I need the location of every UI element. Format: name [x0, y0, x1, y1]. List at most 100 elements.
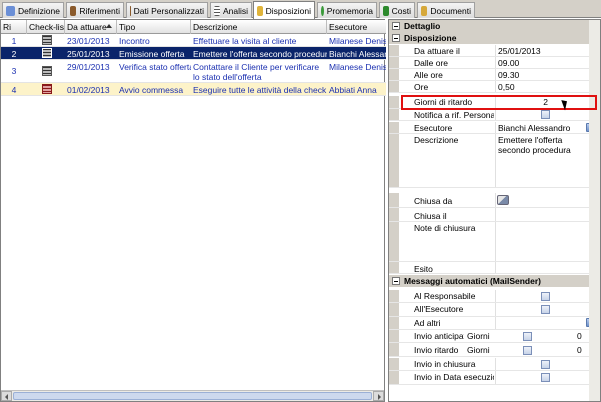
tab-costi[interactable]: Costi — [379, 2, 415, 18]
field-invio-data-esecuzione[interactable]: Invio in Data esecuzion — [389, 371, 600, 385]
reminder-icon — [321, 5, 324, 16]
tab-riferimenti[interactable]: Riferimenti — [66, 2, 124, 18]
tab-disposizioni[interactable]: Disposizioni — [253, 1, 315, 19]
tab-analisi[interactable]: Analisi — [210, 2, 252, 18]
checklist-cell[interactable] — [27, 47, 65, 58]
table-row[interactable]: 4 01/02/2013 Avvio commessa Eseguire tut… — [1, 83, 386, 96]
giorni-ritardo-value[interactable]: 2 — [498, 97, 588, 107]
field-invio-ritardo[interactable]: Invio ritardo Giorni 0 — [389, 343, 600, 357]
field-invio-anticipato[interactable]: Invio anticipat Giorni 0 — [389, 330, 600, 343]
esecutore-cell: Milanese Denis — [329, 36, 386, 46]
section-dettaglio[interactable]: Dettaglio — [389, 20, 600, 32]
row-gutter — [389, 134, 399, 187]
field-notifica[interactable]: Notifica a rif. Personale — [389, 109, 600, 121]
field-label: Esecutore — [414, 123, 453, 133]
tab-documenti[interactable]: Documenti — [417, 2, 475, 18]
section-disposizione[interactable]: Disposizione — [389, 32, 600, 44]
invio-anticipato-days[interactable]: 0 — [577, 331, 582, 341]
field-da-attuare[interactable]: Da attuare il 25/01/2013 — [389, 45, 600, 57]
invio-ritardo-days[interactable]: 0 — [577, 345, 582, 355]
field-all-esecutore[interactable]: All'Esecutore — [389, 303, 600, 317]
tab-promemoria[interactable]: Promemoria — [317, 2, 377, 18]
row-gutter — [389, 262, 399, 273]
dalle-ore-value[interactable]: 09.00 — [498, 58, 588, 68]
field-chiusa-da[interactable]: Chiusa da — [389, 193, 600, 208]
field-esecutore[interactable]: Esecutore Bianchi Alessandro — [389, 122, 600, 134]
invio-anticipato-checkbox[interactable] — [523, 332, 532, 341]
col-header-da-attuare[interactable]: Da attuare — [65, 20, 117, 34]
field-dalle-ore[interactable]: Dalle ore 09.00 — [389, 57, 600, 69]
field-invio-chiusura[interactable]: Invio in chiusura — [389, 358, 600, 371]
field-alle-ore[interactable]: Alle ore 09.30 — [389, 69, 600, 81]
row-number: 4 — [11, 85, 17, 95]
document-icon — [6, 5, 15, 16]
col-header-num[interactable]: Ri — [1, 20, 27, 34]
tipo-cell: Verifica stato offerta — [119, 62, 191, 72]
esecutore-cell: Bianchi Alessandro — [329, 49, 386, 59]
field-ad-altri[interactable]: Ad altri — [389, 317, 600, 330]
checklist-cell[interactable] — [27, 60, 65, 76]
checklist-red-icon — [42, 84, 52, 94]
notifica-checkbox[interactable] — [541, 110, 550, 119]
column-divider — [495, 109, 496, 120]
field-ore[interactable]: Ore 0,50 — [389, 81, 600, 93]
checklist-cell[interactable] — [27, 83, 65, 94]
row-gutter — [389, 109, 399, 120]
list-icon — [214, 5, 220, 16]
col-header-tipo[interactable]: Tipo — [117, 20, 191, 34]
checklist-icon — [42, 66, 52, 76]
date-cell: 25/01/2013 — [67, 49, 110, 59]
alle-ore-value[interactable]: 09.30 — [498, 70, 588, 80]
field-descrizione[interactable]: Descrizione Emettere l'offerta secondo p… — [389, 134, 600, 188]
field-note-chiusura[interactable]: Note di chiusura — [389, 222, 600, 262]
da-attuare-value[interactable]: 25/01/2013 — [498, 46, 588, 56]
field-esito[interactable]: Esito — [389, 262, 600, 274]
tab-definizione[interactable]: Definizione — [2, 2, 64, 18]
contacts-icon — [70, 5, 77, 16]
col-header-esecutore[interactable]: Esecutore — [327, 20, 386, 34]
table-row-selected[interactable]: 2 25/01/2013 Emissione offerta Emettere … — [1, 47, 386, 60]
invio-chiusura-checkbox[interactable] — [541, 360, 550, 369]
al-responsabile-checkbox[interactable] — [541, 292, 550, 301]
checklist-cell[interactable] — [27, 34, 65, 45]
checklist-icon — [42, 48, 52, 58]
sort-ascending-icon — [106, 24, 112, 28]
documents-icon — [421, 5, 428, 16]
collapse-icon[interactable] — [392, 34, 400, 42]
disposizioni-grid[interactable]: Ri Check-list Da attuare Tipo Descrizion… — [0, 19, 386, 402]
col-header-checklist[interactable]: Check-list — [27, 20, 65, 34]
eraser-icon[interactable] — [497, 195, 509, 205]
scroll-left-button[interactable] — [1, 391, 12, 401]
horizontal-scrollbar[interactable] — [1, 390, 384, 401]
field-label: All'Esecutore — [414, 304, 464, 314]
row-gutter — [389, 81, 399, 92]
collapse-icon[interactable] — [392, 277, 400, 285]
table-row[interactable]: 3 29/01/2013 Verifica stato offerta Cont… — [1, 60, 386, 83]
esecutore-cell: Milanese Denis — [329, 62, 386, 72]
col-header-da-attuare-label: Da attuare — [67, 22, 107, 32]
field-label: Da attuare il — [414, 46, 460, 56]
row-gutter — [389, 193, 399, 207]
scroll-thumb[interactable] — [13, 392, 372, 400]
all-esecutore-checkbox[interactable] — [541, 305, 550, 314]
money-icon — [383, 5, 389, 16]
field-label: Descrizione — [414, 135, 459, 145]
collapse-icon[interactable] — [392, 22, 400, 30]
invio-ritardo-checkbox[interactable] — [523, 346, 532, 355]
invio-data-esecuzione-checkbox[interactable] — [541, 373, 550, 382]
descrizione-value[interactable]: Emettere l'offerta secondo procedura — [498, 135, 588, 155]
field-label: Giorni di ritardo — [414, 97, 473, 107]
section-messaggi-automatici[interactable]: Messaggi automatici (MailSender) — [389, 275, 600, 287]
field-al-responsabile[interactable]: Al Responsabile — [389, 290, 600, 303]
table-row[interactable]: 1 23/01/2013 Incontro Effettuare la visi… — [1, 34, 386, 47]
scroll-right-button[interactable] — [373, 391, 384, 401]
col-header-descrizione[interactable]: Descrizione — [191, 20, 327, 34]
field-chiusa-il[interactable]: Chiusa il — [389, 208, 600, 222]
tab-dati-personalizzati[interactable]: Dati Personalizzati — [126, 2, 208, 18]
field-label: Notifica a rif. Personale — [414, 110, 494, 120]
esecutore-value[interactable]: Bianchi Alessandro — [498, 123, 586, 133]
esecutore-cell: Abbiati Anna — [329, 85, 377, 95]
vertical-scrollbar[interactable] — [589, 20, 600, 401]
ore-value[interactable]: 0,50 — [498, 82, 588, 92]
date-cell: 01/02/2013 — [67, 85, 110, 95]
